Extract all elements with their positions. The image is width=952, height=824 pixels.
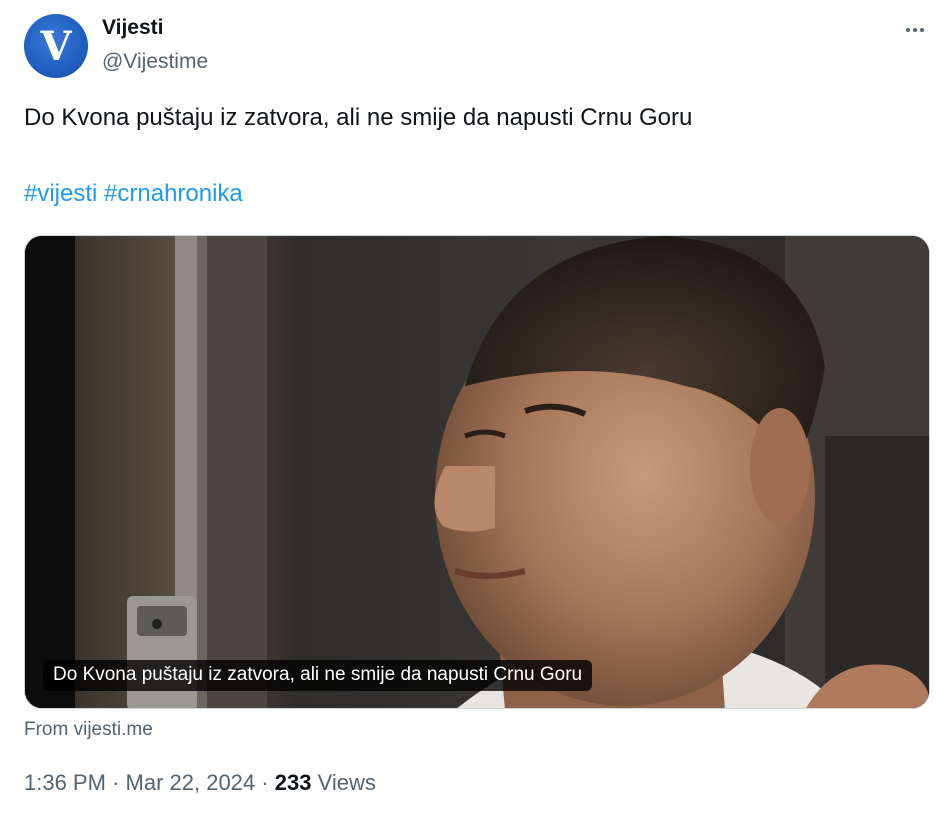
link-card-media[interactable]: Do Kvona puštaju iz zatvora, ali ne smij… [24,235,930,709]
more-icon-dot [913,28,917,32]
tweet-time[interactable]: 1:36 PM [24,770,106,795]
more-icon-dot [920,28,924,32]
tweet: V Vijesti @Vijestime Do Kvona puštaju iz… [0,0,952,824]
tweet-text: Do Kvona puštaju iz zatvora, ali ne smij… [24,104,693,131]
views-count: 233 [274,770,312,795]
more-horizontal-icon [906,28,910,32]
media-caption: Do Kvona puštaju iz zatvora, ali ne smij… [43,660,593,691]
author-display-name[interactable]: Vijesti [102,16,163,40]
hashtag-link[interactable]: #vijesti [24,180,97,207]
avatar-logo-letter: V [40,23,72,70]
avatar[interactable]: V [24,14,88,78]
tweet-hashtags: #vijesti #crnahronika [24,180,243,208]
link-source[interactable]: From vijesti.me [24,719,153,741]
meta-separator: · [112,770,120,795]
views-label: Views [317,770,376,795]
meta-separator: · [261,770,269,795]
news-photo [25,236,929,708]
author-handle[interactable]: @Vijestime [102,50,208,74]
more-options-button[interactable] [898,18,932,42]
hashtag-link[interactable]: #crnahronika [104,180,243,207]
tweet-meta: 1:36 PM · Mar 22, 2024 · 233 Views [24,770,376,796]
tweet-date[interactable]: Mar 22, 2024 [126,770,256,795]
